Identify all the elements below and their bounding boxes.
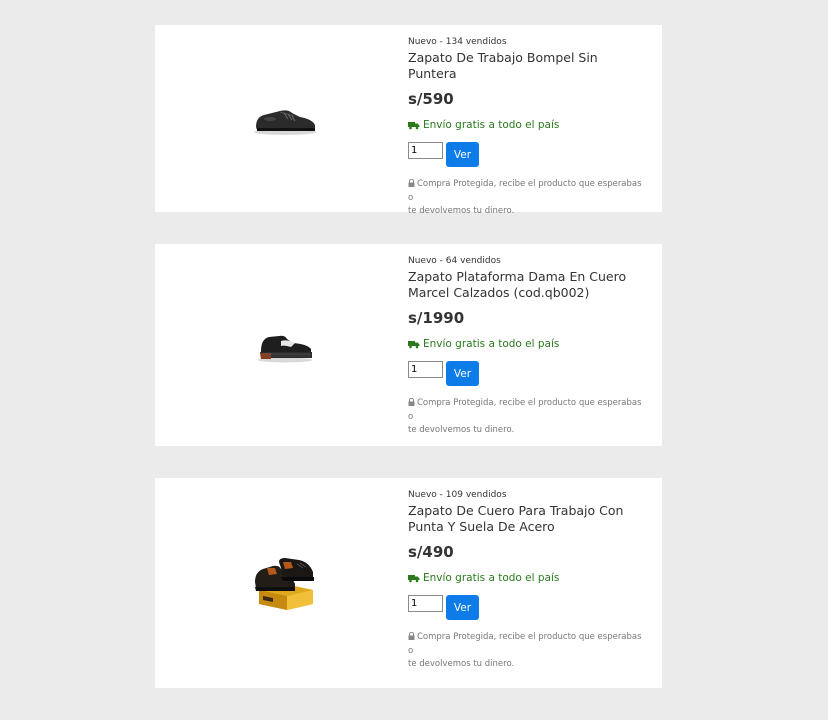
protection-text-line1: Compra Protegida, recibe el producto que… <box>408 632 642 656</box>
protection-text-line1: Compra Protegida, recibe el producto que… <box>408 179 642 203</box>
black-work-shoe-image <box>254 109 316 135</box>
product-title-line[interactable]: Zapato De Cuero Para Trabajo Con <box>408 503 648 519</box>
shipping-info: Envío gratis a todo el país <box>408 338 648 351</box>
product-card: Nuevo - 64 vendidos Zapato Plataforma Da… <box>155 244 662 446</box>
truck-icon <box>408 340 420 349</box>
quantity-input[interactable] <box>408 361 443 378</box>
product-price: s/590 <box>408 90 454 108</box>
product-title-line[interactable]: Zapato De Trabajo Bompel Sin Puntera <box>408 50 648 82</box>
shipping-info: Envío gratis a todo el país <box>408 119 648 132</box>
product-title[interactable]: Zapato De Trabajo Bompel Sin Puntera <box>408 50 648 82</box>
shipping-text: Envío gratis a todo el país <box>423 572 560 584</box>
product-title[interactable]: Zapato De Cuero Para Trabajo Con Punta Y… <box>408 503 648 535</box>
protection-text-line2: te devolvemos tu dinero. <box>408 425 515 435</box>
purchase-protection: Compra Protegida, recibe el producto que… <box>408 397 648 437</box>
product-image[interactable] <box>155 244 415 446</box>
platform-shoe-image <box>258 335 312 363</box>
condition-sold: Nuevo - 134 vendidos <box>408 37 507 47</box>
lock-icon <box>408 397 415 411</box>
product-title[interactable]: Zapato Plataforma Dama En Cuero Marcel C… <box>408 269 648 301</box>
view-button[interactable]: Ver <box>446 142 479 167</box>
view-button[interactable]: Ver <box>446 595 479 620</box>
product-image[interactable] <box>155 25 415 212</box>
product-title-line[interactable]: Zapato Plataforma Dama En Cuero <box>408 269 648 285</box>
purchase-protection: Compra Protegida, recibe el producto que… <box>408 631 648 671</box>
product-price: s/490 <box>408 543 454 561</box>
protection-text-line2: te devolvemos tu dinero. <box>408 659 515 669</box>
shipping-text: Envío gratis a todo el país <box>423 338 560 350</box>
buy-controls: Ver <box>408 595 648 620</box>
quantity-input[interactable] <box>408 142 443 159</box>
protection-text-line1: Compra Protegida, recibe el producto que… <box>408 398 642 422</box>
shipping-info: Envío gratis a todo el país <box>408 572 648 585</box>
purchase-protection: Compra Protegida, recibe el producto que… <box>408 178 648 218</box>
view-button[interactable]: Ver <box>446 361 479 386</box>
product-title-line[interactable]: Punta Y Suela De Acero <box>408 519 648 535</box>
condition-sold: Nuevo - 109 vendidos <box>408 490 507 500</box>
protection-text-line2: te devolvemos tu dinero. <box>408 206 515 216</box>
truck-icon <box>408 121 420 130</box>
lock-icon <box>408 178 415 192</box>
lock-icon <box>408 631 415 645</box>
product-price: s/1990 <box>408 309 465 327</box>
safety-boot-with-box-image <box>255 558 314 610</box>
buy-controls: Ver <box>408 142 648 167</box>
product-card: Nuevo - 134 vendidos Zapato De Trabajo B… <box>155 25 662 216</box>
product-title-line[interactable]: Marcel Calzados (cod.qb002) <box>408 285 648 301</box>
shipping-text: Envío gratis a todo el país <box>423 119 560 131</box>
condition-sold: Nuevo - 64 vendidos <box>408 256 501 266</box>
product-card: Nuevo - 109 vendidos Zapato De Cuero Par… <box>155 478 662 688</box>
quantity-input[interactable] <box>408 595 443 612</box>
buy-controls: Ver <box>408 361 648 386</box>
product-list: Nuevo - 134 vendidos Zapato De Trabajo B… <box>155 25 662 720</box>
product-image[interactable] <box>155 478 415 688</box>
truck-icon <box>408 574 420 583</box>
